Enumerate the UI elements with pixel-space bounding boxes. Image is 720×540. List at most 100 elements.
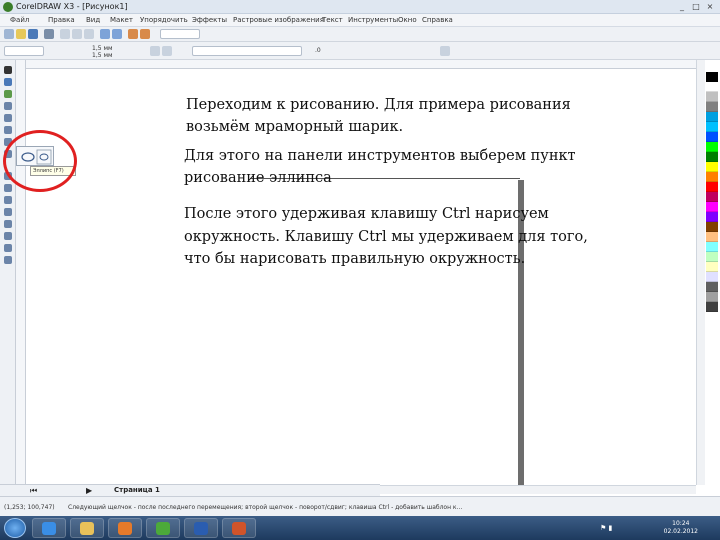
options-icon[interactable] (440, 46, 450, 56)
menu-view[interactable]: Вид (86, 16, 100, 24)
width-value[interactable]: 1,5 мм (92, 45, 113, 52)
import-icon[interactable] (128, 29, 138, 39)
smart-fill-tool-icon[interactable] (4, 126, 12, 134)
interactive-tool-icon[interactable] (4, 208, 12, 216)
highlight-circle (3, 130, 77, 192)
taskbar-player-button[interactable] (108, 518, 142, 538)
zoom-tool-icon[interactable] (4, 102, 12, 110)
palette-swatch[interactable] (706, 252, 718, 262)
start-button[interactable] (4, 518, 26, 538)
palette-swatch[interactable] (706, 272, 718, 282)
paste-icon[interactable] (84, 29, 94, 39)
text-tool-icon[interactable] (4, 196, 12, 204)
menu-edit[interactable]: Правка (48, 16, 75, 24)
close-button[interactable]: × (704, 1, 716, 12)
taskbar-explorer-button[interactable] (70, 518, 104, 538)
palette-swatch[interactable] (706, 82, 718, 92)
status-text: Следующий щелчок - после последнего пере… (68, 504, 463, 511)
menu-file[interactable]: Файл (10, 16, 29, 24)
menu-window[interactable]: Окно (398, 16, 417, 24)
taskbar-ie-button[interactable] (32, 518, 66, 538)
palette-swatch[interactable] (706, 292, 718, 302)
paper-size-select[interactable] (4, 46, 44, 56)
shape-tool-icon[interactable] (4, 78, 12, 86)
menu-text[interactable]: Текст (322, 16, 343, 24)
palette-swatch[interactable] (706, 162, 718, 172)
palette-swatch[interactable] (706, 132, 718, 142)
palette-swatch[interactable] (706, 172, 718, 182)
menu-layout[interactable]: Макет (110, 16, 133, 24)
color-palette[interactable] (706, 72, 718, 492)
export-icon[interactable] (140, 29, 150, 39)
page-tab[interactable]: Страница 1 (114, 486, 160, 494)
palette-swatch[interactable] (706, 102, 718, 112)
basic-shapes-tool-icon[interactable] (4, 184, 12, 192)
open-icon[interactable] (16, 29, 26, 39)
palette-swatch[interactable] (706, 122, 718, 132)
taskbar-powerpoint-button[interactable] (222, 518, 256, 538)
save-icon[interactable] (28, 29, 38, 39)
annotation-line-2: возьмём мраморный шарик. (186, 119, 404, 135)
annotation-line-5: После этого удерживая клавишу Ctrl нарис… (184, 206, 549, 222)
taskbar-corel-button[interactable] (146, 518, 180, 538)
palette-swatch[interactable] (706, 142, 718, 152)
interactive-fill-tool-icon[interactable] (4, 256, 12, 264)
palette-swatch[interactable] (706, 242, 718, 252)
print-icon[interactable] (44, 29, 54, 39)
units-select[interactable] (192, 46, 302, 56)
horizontal-scrollbar[interactable] (380, 485, 696, 494)
new-icon[interactable] (4, 29, 14, 39)
undo-icon[interactable] (100, 29, 110, 39)
menu-effects[interactable]: Эффекты (192, 16, 227, 24)
annotation-line-3: Для этого на панели инструментов выберем… (184, 148, 576, 164)
status-bar: (1,253; 100,747) Следующий щелчок - посл… (0, 496, 720, 516)
redo-icon[interactable] (112, 29, 122, 39)
palette-swatch[interactable] (706, 282, 718, 292)
zoom-select[interactable] (160, 29, 200, 39)
cut-icon[interactable] (60, 29, 70, 39)
nudge-value[interactable]: .0 (315, 47, 321, 54)
palette-swatch[interactable] (706, 262, 718, 272)
taskbar-word-button[interactable] (184, 518, 218, 538)
outline-tool-icon[interactable] (4, 232, 12, 240)
title-bar: CorelDRAW X3 - [Рисунок1] _ □ × (0, 0, 720, 14)
first-page-icon[interactable]: ⏮ (30, 486, 37, 496)
toolbox (0, 60, 16, 500)
palette-swatch[interactable] (706, 212, 718, 222)
minimize-button[interactable]: _ (676, 1, 688, 12)
standard-toolbar (0, 27, 720, 42)
freehand-tool-icon[interactable] (4, 114, 12, 122)
copy-icon[interactable] (72, 29, 82, 39)
palette-swatch[interactable] (706, 192, 718, 202)
palette-swatch[interactable] (706, 112, 718, 122)
landscape-icon[interactable] (162, 46, 172, 56)
palette-swatch[interactable] (706, 152, 718, 162)
crop-tool-icon[interactable] (4, 90, 12, 98)
palette-swatch[interactable] (706, 202, 718, 212)
vertical-scrollbar[interactable] (696, 60, 705, 485)
palette-swatch[interactable] (706, 302, 718, 312)
palette-swatch[interactable] (706, 72, 718, 82)
page-navigator: ⏮ ▶ Страница 1 (0, 484, 380, 496)
tray-icons[interactable]: ⚑ ▮ (600, 524, 612, 532)
palette-swatch[interactable] (706, 232, 718, 242)
palette-swatch[interactable] (706, 92, 718, 102)
next-page-icon[interactable]: ▶ (86, 486, 92, 495)
menu-bitmaps[interactable]: Растровые изображения (233, 16, 324, 24)
menu-tools[interactable]: Инструменты (348, 16, 398, 24)
annotation-line-6: окружность. Клавишу Ctrl мы удерживаем д… (184, 229, 588, 245)
clock-time: 10:24 (672, 520, 690, 527)
fill-tool-icon[interactable] (4, 244, 12, 252)
palette-swatch[interactable] (706, 222, 718, 232)
clock-date: 02.02.2012 (663, 528, 698, 535)
palette-swatch[interactable] (706, 182, 718, 192)
menu-arrange[interactable]: Упорядочить (140, 16, 188, 24)
eyedropper-tool-icon[interactable] (4, 220, 12, 228)
menu-help[interactable]: Справка (422, 16, 453, 24)
height-value[interactable]: 1,5 мм (92, 52, 113, 59)
menu-bar: Файл Правка Вид Макет Упорядочить Эффект… (0, 14, 720, 27)
maximize-button[interactable]: □ (690, 1, 702, 12)
pick-tool-icon[interactable] (4, 66, 12, 74)
clock[interactable]: 10:24 02.02.2012 (664, 520, 698, 536)
portrait-icon[interactable] (150, 46, 160, 56)
